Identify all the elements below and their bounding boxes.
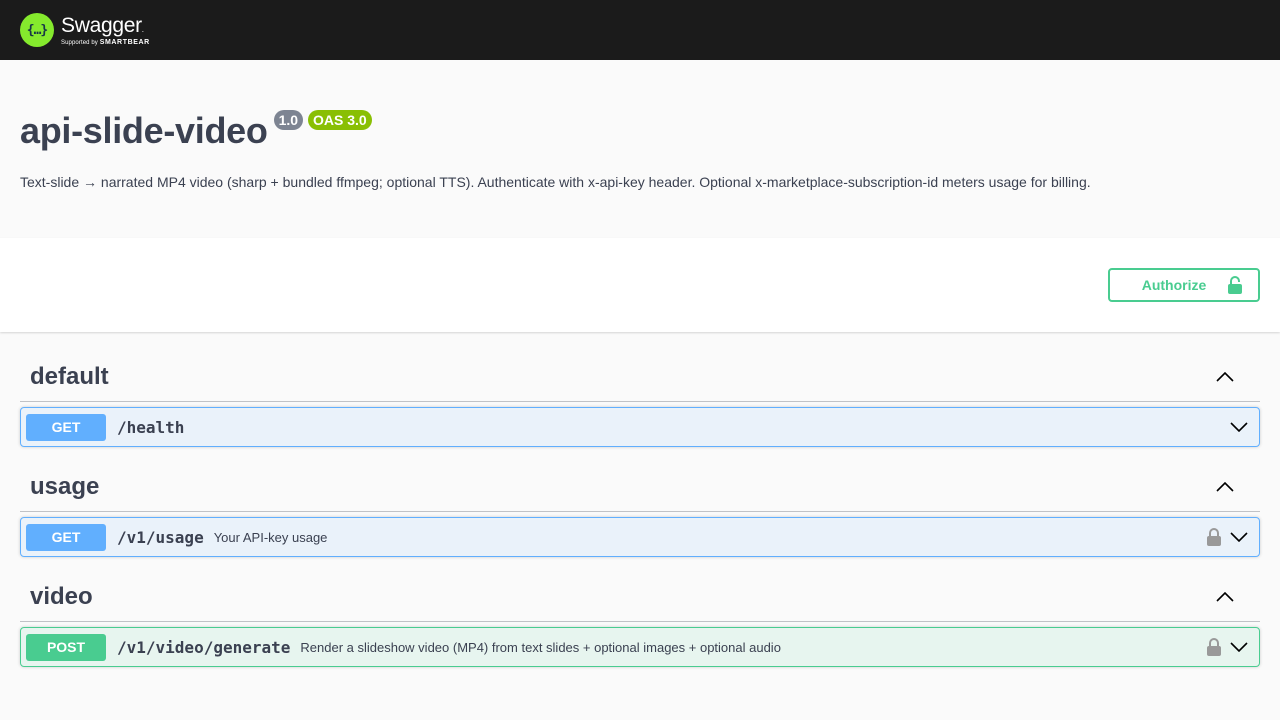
chevron-up-icon[interactable] [1215, 587, 1235, 607]
api-info: api-slide-video 1.0 OAS 3.0 Text-slide →… [0, 60, 1280, 238]
method-badge: GET [26, 523, 106, 551]
lock-icon[interactable] [1207, 638, 1221, 656]
page-title: api-slide-video [20, 110, 268, 151]
tag-header-usage[interactable]: usage [20, 462, 1260, 512]
swagger-logo-icon: {…} [20, 13, 54, 47]
tag-section-usage: usage GET /v1/usage Your API-key usage [20, 462, 1260, 557]
authorize-button[interactable]: Authorize [1108, 268, 1260, 302]
api-description: Text-slide → narrated MP4 video (sharp +… [20, 174, 1091, 190]
unlocked-lock-icon [1228, 276, 1243, 294]
chevron-down-icon[interactable] [1230, 642, 1248, 652]
lock-icon[interactable] [1207, 528, 1221, 546]
logo-text: Swagger. Supported by SMARTBEAR [61, 15, 150, 46]
method-badge: POST [26, 633, 106, 661]
swagger-logo[interactable]: {…} Swagger. Supported by SMARTBEAR [20, 13, 150, 47]
operations-list: default GET /health usage GET /v1/usage … [0, 332, 1280, 667]
tag-section-default: default GET /health [20, 352, 1260, 447]
method-badge: GET [26, 413, 106, 441]
operation-summary: Your API-key usage [213, 529, 328, 545]
supported-by: Supported by SMARTBEAR [61, 38, 150, 46]
tag-header-default[interactable]: default [20, 352, 1260, 402]
chevron-down-icon[interactable] [1230, 532, 1248, 542]
title-row: api-slide-video 1.0 OAS 3.0 [20, 110, 1260, 152]
chevron-down-icon[interactable] [1230, 422, 1248, 432]
tag-name: usage [30, 472, 100, 500]
brand-name: Swagger. [61, 13, 144, 37]
scheme-container: Authorize [0, 238, 1280, 332]
operation-path: /v1/video/generate [117, 637, 291, 657]
tag-name: default [30, 362, 109, 390]
version-badge: 1.0 [273, 110, 304, 130]
oas-badge: OAS 3.0 [308, 110, 372, 130]
topbar: {…} Swagger. Supported by SMARTBEAR [0, 0, 1280, 60]
operation-post-v1-video-generate[interactable]: POST /v1/video/generate Render a slidesh… [20, 627, 1260, 667]
authorize-label: Authorize [1141, 277, 1207, 293]
chevron-up-icon[interactable] [1215, 477, 1235, 497]
tag-name: video [30, 582, 93, 610]
operation-summary: Render a slideshow video (MP4) from text… [300, 639, 781, 655]
operation-path: /v1/usage [117, 527, 204, 547]
operation-path: /health [117, 417, 185, 437]
tag-header-video[interactable]: video [20, 572, 1260, 622]
chevron-up-icon[interactable] [1215, 367, 1235, 387]
operation-get-health[interactable]: GET /health [20, 407, 1260, 447]
operation-get-v1-usage[interactable]: GET /v1/usage Your API-key usage [20, 517, 1260, 557]
tag-section-video: video POST /v1/video/generate Render a s… [20, 572, 1260, 667]
